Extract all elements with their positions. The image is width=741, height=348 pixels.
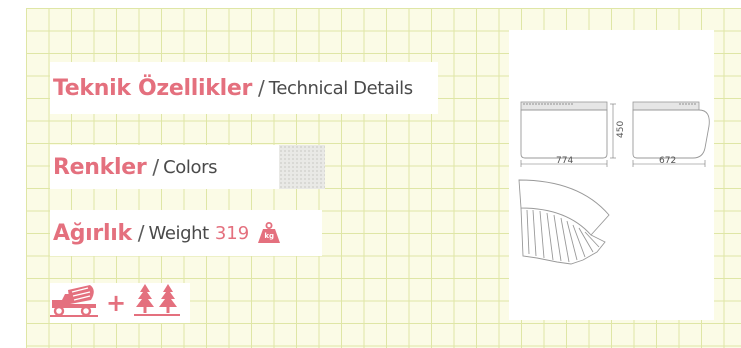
technical-title-tr: Teknik Özellikler <box>53 75 253 101</box>
plus-sign: + <box>106 289 127 317</box>
color-swatch <box>279 145 325 189</box>
weight-heading: Ağırlık / Weight 319 kg <box>50 210 322 256</box>
technical-drawing: 774 450 672 <box>509 30 714 320</box>
top-view-drawing <box>518 179 610 265</box>
kg-weight-icon: kg <box>257 222 281 244</box>
dim-height: 450 <box>616 121 626 138</box>
colors-separator: / <box>152 155 160 179</box>
dim-width: 774 <box>556 156 573 166</box>
technical-separator: / <box>258 76 265 100</box>
weight-title-tr: Ağırlık <box>53 220 132 246</box>
colors-title-tr: Renkler <box>53 154 147 180</box>
technical-title-en: Technical Details <box>268 77 413 99</box>
trees-icon <box>134 284 181 322</box>
dim-depth: 672 <box>659 156 676 166</box>
weight-separator: / <box>137 221 145 245</box>
concrete-mixer-truck-icon <box>50 284 98 322</box>
kg-label: kg <box>264 232 275 240</box>
colors-heading: Renkler / Colors <box>50 145 279 189</box>
technical-details-heading: Teknik Özellikler / Technical Details <box>50 62 438 114</box>
eco-icons: + <box>50 283 190 323</box>
colors-title-en: Colors <box>163 156 218 178</box>
weight-title-en: Weight <box>148 222 210 244</box>
weight-value: 319 <box>214 222 250 244</box>
